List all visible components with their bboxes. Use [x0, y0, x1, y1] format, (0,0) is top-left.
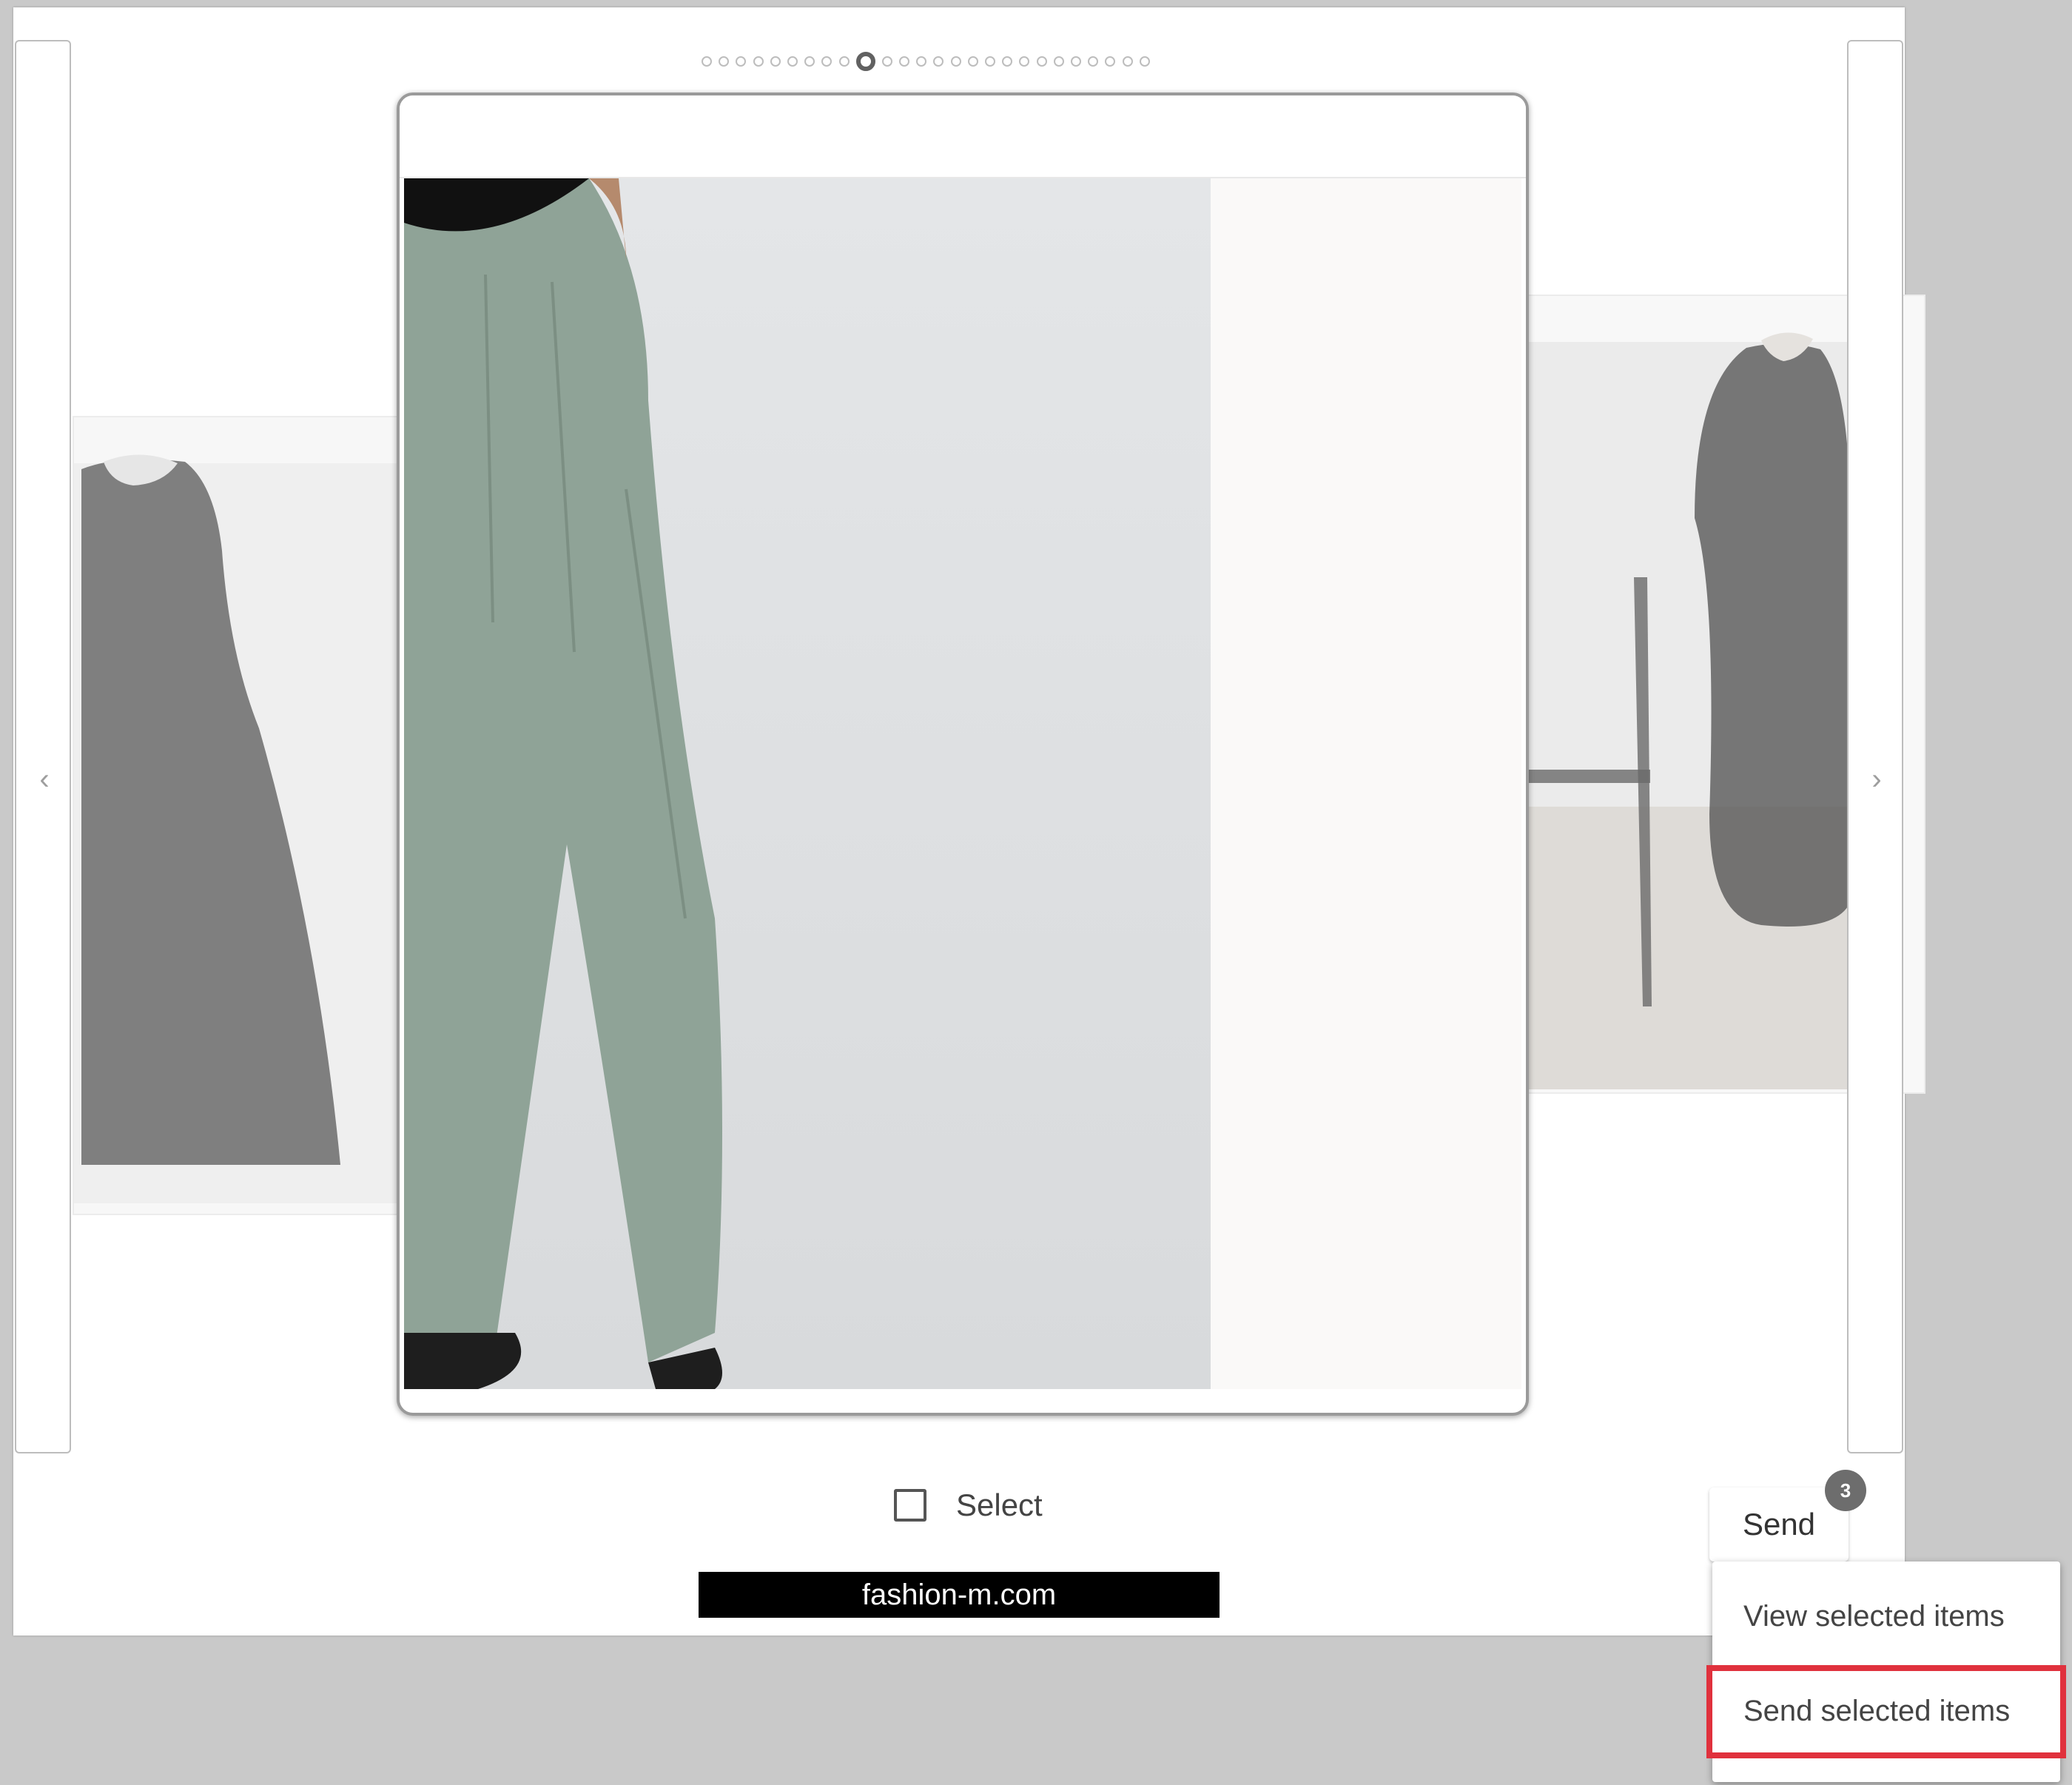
menu-item-view-selected[interactable]: View selected items: [1743, 1600, 2005, 1633]
current-product-card[interactable]: [397, 93, 1529, 1416]
carousel-dot[interactable]: [804, 56, 815, 67]
carousel-dot[interactable]: [950, 56, 961, 67]
carousel-dot[interactable]: [719, 56, 730, 67]
carousel-dot[interactable]: [899, 56, 910, 67]
carousel-dot[interactable]: [1105, 56, 1116, 67]
chevron-left-icon: ‹: [39, 763, 50, 796]
product-carousel-dialog: ‹ › Select fashion-m.com: [13, 7, 1925, 1636]
carousel-dot[interactable]: [770, 56, 781, 67]
carousel-dot[interactable]: [1122, 56, 1133, 67]
carousel-dot[interactable]: [967, 56, 978, 67]
select-label: Select: [956, 1488, 1043, 1522]
green-wide-leg-pants-image: [404, 178, 1521, 1389]
carousel-dot[interactable]: [1139, 56, 1150, 67]
card-header: [400, 95, 1526, 178]
carousel-dot[interactable]: [787, 56, 798, 67]
carousel-dot[interactable]: [1002, 56, 1013, 67]
carousel-dot[interactable]: [1053, 56, 1064, 67]
carousel-dot[interactable]: [1036, 56, 1047, 67]
brand-banner: fashion-m.com: [699, 1572, 1220, 1618]
carousel-dot[interactable]: [933, 56, 944, 67]
select-checkbox[interactable]: [894, 1489, 926, 1522]
prev-slide-button[interactable]: ‹: [15, 40, 71, 1453]
select-control[interactable]: Select: [894, 1488, 1043, 1523]
black-dress-image: [74, 417, 407, 1214]
next-slide-button[interactable]: ›: [1847, 40, 1903, 1453]
carousel-dot[interactable]: [1088, 56, 1099, 67]
carousel-dot[interactable]: [702, 56, 712, 67]
carousel-dot[interactable]: [985, 56, 995, 67]
carousel-dot[interactable]: [821, 56, 832, 67]
carousel-dot[interactable]: [753, 56, 764, 67]
previous-product-card[interactable]: [73, 416, 408, 1215]
carousel-dot[interactable]: [1019, 56, 1030, 67]
chevron-right-icon: ›: [1871, 763, 1882, 796]
highlight-box: [1706, 1665, 2066, 1758]
carousel-dot[interactable]: [1070, 56, 1081, 67]
carousel-dot[interactable]: [855, 52, 875, 71]
selected-count-badge: 3: [1825, 1470, 1866, 1511]
carousel-dot[interactable]: [736, 56, 747, 67]
carousel-dot[interactable]: [881, 56, 892, 67]
carousel-dot[interactable]: [838, 56, 850, 67]
carousel-dot[interactable]: [916, 56, 927, 67]
